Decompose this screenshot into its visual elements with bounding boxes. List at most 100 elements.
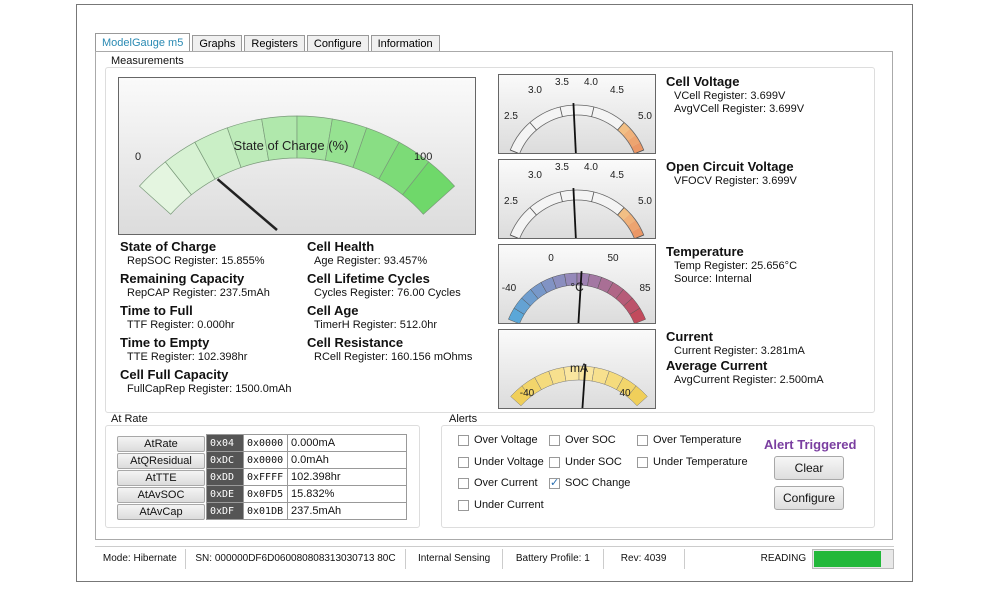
alert-checkbox-over-temperature[interactable]: Over Temperature (637, 434, 741, 446)
checkbox-box[interactable] (458, 499, 469, 511)
metric-title: Remaining Capacity (120, 271, 245, 286)
metric-title: Cell Lifetime Cycles (307, 271, 430, 286)
current-gauge: -40 40 mA (498, 329, 656, 409)
checkbox-box[interactable] (637, 456, 648, 468)
checkbox-box[interactable] (458, 434, 469, 446)
alert-triggered-text: Alert Triggered (764, 437, 857, 452)
modelgauge-panel: Measurements 0 100 State of Charge (%) Sta… (95, 51, 893, 540)
metric-detail: RCell Register: 160.156 mOhms (314, 351, 473, 363)
current-title: Current (666, 329, 713, 344)
main-window: ModelGauge m5 Graphs Registers Configure… (76, 4, 913, 582)
avg-current-title: Average Current (666, 358, 768, 373)
metric-detail: FullCapRep Register: 1500.0mAh (127, 383, 292, 395)
at-rate-table: AtRate 0x04 0x0000 0.000mA AtQResidual 0xDC 0x… (117, 434, 407, 520)
temp-unit-label: °C (570, 280, 584, 294)
ocv-tick-label: 5.0 (638, 196, 652, 207)
alert-checkbox-under-voltage[interactable]: Under Voltage (458, 456, 544, 468)
at-rate-button-cell: AtQResidual (117, 452, 207, 469)
checkbox-box[interactable] (549, 456, 560, 468)
checkbox-label: Under SOC (565, 456, 622, 468)
tab-bar: ModelGauge m5 Graphs Registers Configure… (95, 32, 442, 53)
checkbox-box[interactable] (458, 456, 469, 468)
alert-checkbox-under-soc[interactable]: Under SOC (549, 456, 622, 468)
cell-voltage-tick-label: 2.5 (504, 111, 518, 122)
ocv-title: Open Circuit Voltage (666, 159, 794, 174)
vfocv-register: VFOCV Register: 3.699V (674, 175, 797, 187)
checkbox-box[interactable] (637, 434, 648, 446)
temperature-graphic: -40 0 50 85 °C (502, 253, 651, 323)
checkbox-box[interactable] (549, 476, 560, 489)
at-rate-button[interactable]: AtQResidual (117, 452, 205, 469)
alert-checkbox-under-temperature[interactable]: Under Temperature (637, 456, 748, 468)
at-rate-address: 0xDF (206, 502, 244, 520)
metric-detail: RepSOC Register: 15.855% (127, 255, 265, 267)
at-rate-value: 15.832% (287, 485, 407, 503)
ocv-tick-label: 3.0 (528, 170, 542, 181)
cell-voltage-tick-label: 5.0 (638, 111, 652, 122)
at-rate-button-cell: AtRate (117, 435, 207, 452)
at-rate-button-cell: AtTTE (117, 469, 207, 486)
ocv-gauge: 2.5 3.0 3.5 4.0 4.5 5.0 (498, 159, 656, 239)
configure-alerts-button[interactable]: Configure (774, 486, 844, 510)
checkbox-label: SOC Change (565, 477, 631, 489)
temp-tick-label: 0 (548, 253, 554, 264)
at-rate-row: AtRate 0x04 0x0000 0.000mA (117, 434, 407, 452)
checkbox-label: Under Temperature (653, 456, 748, 468)
soc-gauge-graphic: 0 100 State of Charge (%) (135, 115, 456, 231)
checkbox-label: Over Temperature (653, 434, 742, 446)
temp-tick-label: 50 (607, 253, 619, 264)
vcell-register: VCell Register: 3.699V (674, 90, 786, 102)
temp-tick-label: 85 (639, 283, 651, 294)
metric-title: Cell Full Capacity (120, 367, 229, 382)
at-rate-row: AtAvCap 0xDF 0x01DB 237.5mAh (117, 502, 407, 520)
cell-voltage-arc (577, 105, 586, 116)
at-rate-value: 102.398hr (287, 468, 407, 486)
current-tick-label: -40 (520, 388, 535, 399)
tab-modelgauge[interactable]: ModelGauge m5 (95, 33, 191, 53)
checkbox-label: Over Current (474, 477, 538, 489)
at-rate-button-cell: AtAvCap (117, 503, 207, 520)
alert-checkbox-over-soc[interactable]: Over SOC (549, 434, 616, 446)
metric-title: State of Charge (120, 239, 217, 254)
at-rate-hex: 0xFFFF (243, 468, 288, 486)
cell-voltage-gauge: 2.5 3.0 3.5 4.0 4.5 5.0 (498, 74, 656, 154)
avgvcell-register: AvgVCell Register: 3.699V (674, 103, 805, 115)
checkbox-box[interactable] (549, 434, 560, 446)
ocv-tick-label: 4.0 (584, 162, 598, 173)
status-profile: Battery Profile: 1 (503, 549, 604, 569)
checkbox-label: Over Voltage (474, 434, 538, 446)
avgcurrent-register: AvgCurrent Register: 2.500mA (674, 374, 824, 386)
cell-voltage-tick-label: 3.0 (528, 85, 542, 96)
temperature-gauge: -40 0 50 85 °C (498, 244, 656, 324)
metric-detail: TTF Register: 0.000hr (127, 319, 235, 331)
checkbox-label: Under Voltage (474, 456, 544, 468)
checkbox-box[interactable] (458, 477, 469, 489)
at-rate-button[interactable]: AtAvSOC (117, 486, 205, 503)
status-serial: SN: 000000DF6D060080808313030713 80C (186, 549, 407, 569)
metric-detail: Cycles Register: 76.00 Cycles (314, 287, 461, 299)
metric-title: Cell Resistance (307, 335, 404, 350)
metric-title: Cell Age (307, 303, 359, 318)
status-sensing: Internal Sensing (406, 549, 503, 569)
soc-gauge: 0 100 State of Charge (%) (118, 77, 476, 235)
at-rate-hex: 0x0000 (243, 451, 288, 469)
at-rate-hex: 0x01DB (243, 502, 288, 520)
at-rate-row: AtAvSOC 0xDE 0x0FD5 15.832% (117, 485, 407, 503)
alert-checkbox-soc-change[interactable]: SOC Change (549, 476, 631, 489)
checkbox-label: Under Current (474, 499, 544, 511)
alert-checkbox-over-voltage[interactable]: Over Voltage (458, 434, 538, 446)
at-rate-button[interactable]: AtAvCap (117, 503, 205, 520)
current-tick-label: 40 (619, 388, 631, 399)
at-rate-address: 0xDD (206, 468, 244, 486)
metric-detail: TTE Register: 102.398hr (127, 351, 248, 363)
alert-checkbox-under-current[interactable]: Under Current (458, 499, 544, 511)
at-rate-button[interactable]: AtRate (117, 435, 205, 452)
temperature-title: Temperature (666, 244, 744, 259)
ocv-graphic: 2.5 3.0 3.5 4.0 4.5 5.0 (504, 162, 652, 238)
cell-voltage-title: Cell Voltage (666, 74, 740, 89)
at-rate-address: 0xDC (206, 451, 244, 469)
at-rate-button[interactable]: AtTTE (117, 469, 205, 486)
cell-voltage-graphic: 2.5 3.0 3.5 4.0 4.5 5.0 (504, 77, 652, 153)
alert-checkbox-over-current[interactable]: Over Current (458, 477, 538, 489)
clear-button[interactable]: Clear (774, 456, 844, 480)
